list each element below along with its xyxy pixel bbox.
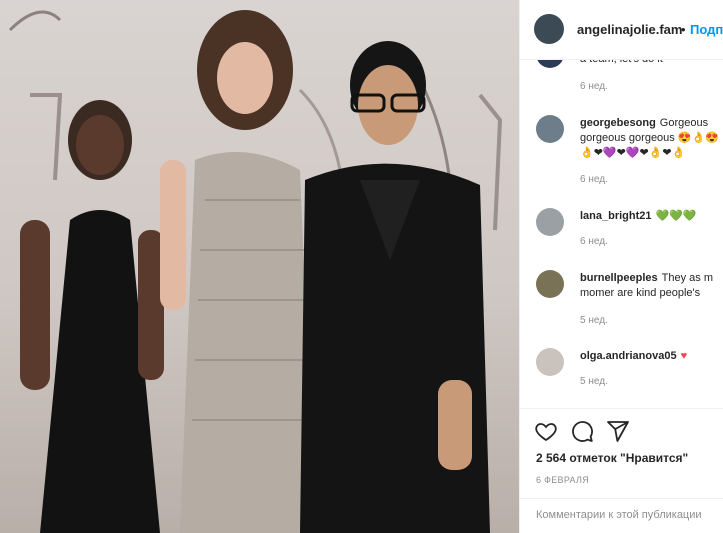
comment-bubble-icon	[572, 421, 593, 442]
comment-time: 6 нед.	[580, 236, 608, 247]
comment-username[interactable]: olga.andrianova05	[580, 350, 677, 362]
avatar[interactable]	[536, 348, 564, 376]
comment-username[interactable]: georgebesong	[580, 117, 656, 129]
comment-username[interactable]: lana_bright21	[580, 210, 652, 222]
heart-outline-icon	[535, 423, 557, 442]
comment-text: lana_bright21 💚💚💚	[580, 209, 723, 224]
like-button[interactable]	[534, 419, 558, 443]
comment-body-line2: gorgeous gorgeous 😍👌😍	[580, 132, 719, 144]
post-actions: 2 564 отметок "Нравится" 6 ФЕВРАЛЯ	[520, 408, 723, 533]
comment-time: 6 нед.	[580, 174, 608, 185]
comment-time: 6 нед.	[580, 81, 608, 92]
comment-text: georgebesong Gorgeous gorgeous gorgeous 😍…	[580, 116, 723, 161]
comment-body-line3: 👌❤💜❤💜❤👌❤👌	[580, 147, 686, 159]
profile-avatar[interactable]	[534, 14, 564, 44]
photo-illustration	[8, 10, 503, 533]
profile-username[interactable]: angelinajolie.fam	[577, 22, 682, 37]
comment-time: 5 нед.	[580, 376, 608, 387]
add-comment-bar	[520, 498, 723, 533]
comment-body: 💚💚💚	[655, 210, 697, 222]
comment-input[interactable]	[536, 509, 723, 521]
comment-body: Gorgeous	[659, 117, 709, 129]
post-photo[interactable]	[0, 0, 519, 533]
avatar[interactable]	[536, 115, 564, 143]
comment-time: 5 нед.	[580, 315, 608, 326]
comment-text: burnellpeeples They as m momer are kind p…	[580, 271, 723, 301]
post-side-panel: a team, let's do it 6 нед. georgebesongG…	[519, 0, 723, 533]
follow-button[interactable]: Подпи	[690, 22, 723, 37]
avatar[interactable]	[536, 208, 564, 236]
comment-body: ♥	[680, 350, 688, 362]
post-header: angelinajolie.fam • Подпи	[520, 0, 723, 60]
comment-text: olga.andrianova05 ♥	[580, 349, 723, 364]
comment-button[interactable]	[570, 419, 594, 443]
paper-plane-icon	[607, 421, 629, 442]
comment-body-line2: momer are kind people's	[580, 287, 701, 299]
avatar[interactable]	[536, 270, 564, 298]
comment-username[interactable]: burnellpeeples	[580, 272, 658, 284]
comments-list[interactable]: a team, let's do it 6 нед. georgebesongG…	[520, 0, 723, 408]
likes-count[interactable]: 2 564 отметок "Нравится"	[536, 451, 688, 465]
post-date: 6 ФЕВРАЛЯ	[536, 475, 590, 485]
separator-dot: •	[681, 22, 686, 37]
comment-body: They as m	[661, 272, 713, 284]
share-button[interactable]	[606, 419, 630, 443]
